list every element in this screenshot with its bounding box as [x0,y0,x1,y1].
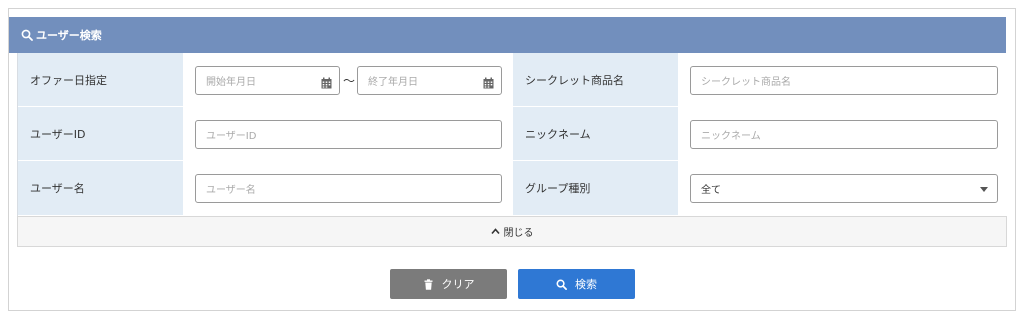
user-id-placeholder: ユーザーID [206,131,257,142]
user-id-cell: ユーザーID [183,107,513,160]
search-icon [21,29,33,41]
offer-date-cell: 開始年月日 ～ 終了年月日 [183,53,513,106]
offer-end-date-placeholder: 終了年月日 [368,77,418,88]
offer-start-date-placeholder: 開始年月日 [206,77,256,88]
collapse-toggle[interactable]: 閉じる [17,216,1007,247]
search-button[interactable]: 検索 [518,269,635,299]
nickname-input[interactable]: ニックネーム [690,120,998,149]
user-id-label: ユーザーID [18,107,183,160]
user-name-input[interactable]: ユーザー名 [195,174,502,203]
user-name-cell: ユーザー名 [183,161,513,215]
offer-date-label: オファー日指定 [18,53,183,106]
calendar-icon[interactable] [321,74,332,89]
panel-title: ユーザー検索 [36,29,102,42]
user-name-placeholder: ユーザー名 [206,185,256,196]
panel-header: ユーザー検索 [9,17,1006,53]
group-type-select[interactable]: 全て [690,174,998,203]
user-name-label: ユーザー名 [18,161,183,215]
offer-start-date-input[interactable]: 開始年月日 [195,66,340,95]
trash-icon [423,278,434,290]
clear-button[interactable]: クリア [390,269,507,299]
calendar-icon[interactable] [483,74,494,89]
collapse-label: 閉じる [503,228,534,239]
secret-product-label: シークレット商品名 [513,53,678,106]
search-icon [556,279,567,290]
group-type-label: グループ種別 [513,161,678,215]
nickname-placeholder: ニックネーム [701,131,761,142]
form-row-user-id: ユーザーID ユーザーID ニックネーム ニックネーム [18,107,1007,161]
nickname-cell: ニックネーム [678,107,1007,160]
chevron-up-icon [490,227,500,236]
secret-product-cell: シークレット商品名 [678,53,1007,106]
search-form: オファー日指定 開始年月日 ～ 終了年月日 シークレット商品名 シークレット商品… [17,53,1007,216]
caret-down-icon [980,187,988,192]
form-row-user-name: ユーザー名 ユーザー名 グループ種別 全て [18,161,1007,216]
offer-start-date-field[interactable]: 開始年月日 [195,66,340,95]
group-type-cell: 全て [678,161,1007,215]
form-row-offer-date: オファー日指定 開始年月日 ～ 終了年月日 シークレット商品名 シークレット商品… [18,53,1007,107]
group-type-selected: 全て [701,185,721,196]
search-button-label: 検索 [575,278,597,291]
nickname-label: ニックネーム [513,107,678,160]
offer-end-date-field[interactable]: 終了年月日 [357,66,502,95]
clear-button-label: クリア [441,278,475,291]
user-id-input[interactable]: ユーザーID [195,120,502,149]
secret-product-input[interactable]: シークレット商品名 [690,66,998,95]
date-range-separator: ～ [343,74,356,88]
secret-product-placeholder: シークレット商品名 [701,77,791,88]
offer-end-date-input[interactable]: 終了年月日 [357,66,502,95]
